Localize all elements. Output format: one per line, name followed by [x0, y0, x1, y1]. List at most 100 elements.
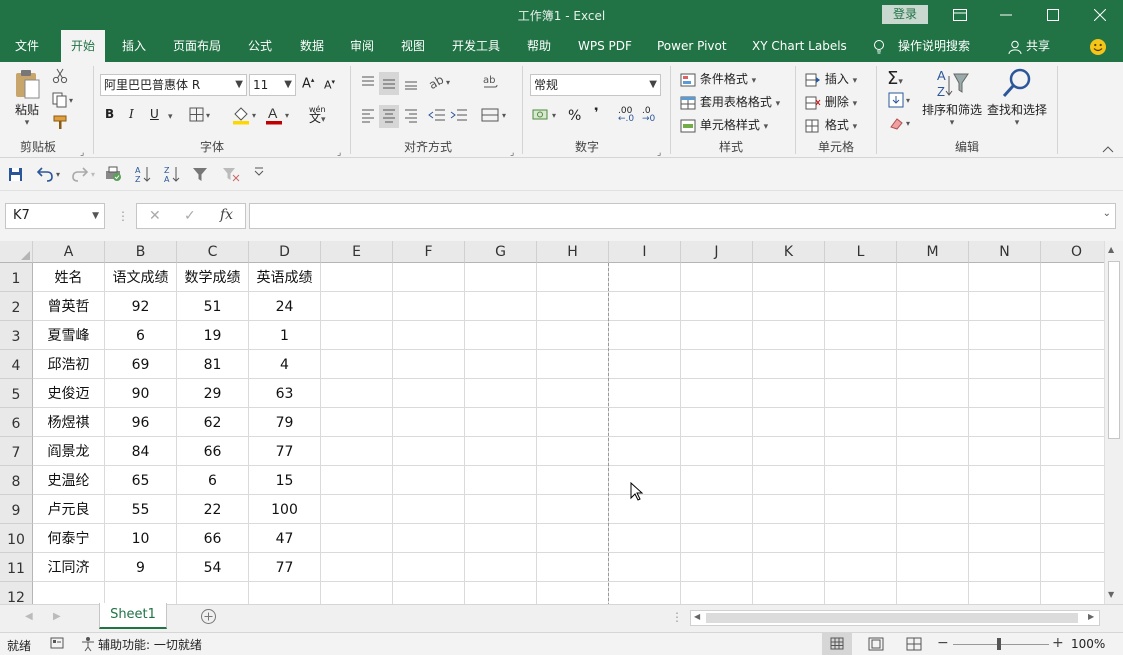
undo-icon[interactable]: ▾ — [35, 166, 63, 185]
horizontal-scrollbar[interactable]: ◀ ▶ — [690, 610, 1100, 626]
column-header[interactable]: M — [897, 241, 969, 263]
font-size-select[interactable]: 11 ▼ — [249, 74, 296, 96]
table-cell[interactable]: 夏雪峰 — [33, 321, 104, 349]
table-cell[interactable]: 22 — [177, 495, 248, 523]
underline-button[interactable]: U — [150, 107, 159, 121]
table-cell[interactable]: 阎景龙 — [33, 437, 104, 465]
format-as-table-button[interactable]: 套用表格格式 ▾ — [680, 93, 780, 110]
scroll-up-icon[interactable]: ▲ — [1108, 245, 1114, 254]
table-cell[interactable]: 史俊迈 — [33, 379, 104, 407]
align-middle-icon[interactable] — [379, 72, 399, 95]
dialog-launcher-icon[interactable]: ⌟ — [657, 144, 661, 158]
table-cell[interactable]: 96 — [105, 408, 176, 436]
table-cell[interactable]: 1 — [249, 321, 320, 349]
tab-help[interactable]: 帮助 — [527, 30, 551, 62]
table-cell[interactable]: 90 — [105, 379, 176, 407]
insert-function-button[interactable]: fx — [220, 207, 233, 223]
tab-power-pivot[interactable]: Power Pivot — [657, 30, 727, 62]
column-header[interactable]: E — [321, 241, 393, 263]
add-sheet-icon[interactable] — [200, 608, 217, 628]
row-header[interactable]: 4 — [0, 350, 33, 379]
table-cell[interactable]: 55 — [105, 495, 176, 523]
increase-decimal-icon[interactable]: .00 ←.0 — [618, 107, 634, 124]
prev-sheet-icon[interactable]: ◀ — [25, 611, 33, 622]
page-break-view-icon[interactable] — [906, 637, 922, 654]
save-icon[interactable] — [8, 167, 23, 185]
table-cell[interactable]: 84 — [105, 437, 176, 465]
merge-center-icon[interactable]: ▾ — [481, 107, 511, 126]
table-cell[interactable]: 卢元良 — [33, 495, 104, 523]
column-header[interactable]: D — [249, 241, 321, 263]
increase-font-size-icon[interactable]: A▴ — [302, 76, 314, 91]
align-right-icon[interactable] — [403, 107, 419, 126]
name-box[interactable]: K7 ▼ — [5, 203, 105, 229]
column-header[interactable]: H — [537, 241, 609, 263]
autosum-icon[interactable]: Σ▾ — [887, 68, 903, 89]
tab-view[interactable]: 视图 — [401, 30, 425, 62]
splitter-handle-icon[interactable]: ⋮ — [671, 610, 683, 624]
tab-wps-pdf[interactable]: WPS PDF — [578, 30, 632, 62]
table-cell[interactable]: 66 — [177, 524, 248, 552]
accounting-format-icon[interactable]: ▾ — [532, 106, 562, 127]
align-center-icon[interactable] — [379, 105, 399, 128]
column-header[interactable]: A — [33, 241, 105, 263]
expand-formula-bar-icon[interactable]: ⌄ — [1103, 208, 1111, 219]
decrease-indent-icon[interactable] — [428, 107, 446, 126]
accessibility-icon[interactable] — [80, 636, 96, 655]
column-header[interactable]: B — [105, 241, 177, 263]
cell-styles-button[interactable]: 单元格样式 ▾ — [680, 116, 768, 133]
table-cell[interactable]: 19 — [177, 321, 248, 349]
tab-data[interactable]: 数据 — [300, 30, 324, 62]
wrap-text-icon[interactable]: ab — [482, 74, 500, 95]
sort-descending-icon[interactable]: ZA — [164, 165, 182, 186]
tab-file[interactable]: 文件 — [15, 30, 39, 62]
delete-cells-button[interactable]: 删除 ▾ — [805, 93, 857, 110]
table-cell[interactable]: 62 — [177, 408, 248, 436]
row-header[interactable]: 7 — [0, 437, 33, 466]
italic-button[interactable]: I — [129, 107, 134, 121]
enter-icon[interactable]: ✓ — [184, 208, 196, 224]
orientation-icon[interactable]: ab ▾ — [426, 72, 454, 93]
row-header[interactable]: 1 — [0, 263, 33, 292]
fill-icon[interactable]: ▾ — [888, 92, 914, 111]
table-cell[interactable]: 10 — [105, 524, 176, 552]
align-left-icon[interactable] — [360, 107, 376, 126]
find-select-button[interactable]: 查找和选择 ▾ — [986, 66, 1048, 128]
formula-input[interactable]: ⌄ — [249, 203, 1116, 229]
clear-filter-icon[interactable] — [222, 166, 240, 185]
select-all-corner[interactable] — [0, 241, 33, 263]
table-header-cell[interactable]: 数学成绩 — [177, 263, 248, 291]
sheet-tab[interactable]: Sheet1 — [99, 603, 167, 629]
next-sheet-icon[interactable]: ▶ — [53, 611, 61, 622]
login-button[interactable]: 登录 — [882, 5, 928, 24]
table-cell[interactable]: 曾英哲 — [33, 292, 104, 320]
dialog-launcher-icon[interactable]: ⌟ — [337, 144, 341, 158]
bold-button[interactable]: B — [105, 107, 114, 121]
table-cell[interactable]: 24 — [249, 292, 320, 320]
comma-style-button[interactable]: ❜ — [594, 106, 599, 121]
ribbon-display-icon[interactable] — [937, 0, 983, 30]
align-bottom-icon[interactable] — [403, 74, 419, 93]
zoom-slider[interactable] — [953, 644, 1049, 645]
splitter-handle-icon[interactable]: ⋮ — [117, 209, 129, 223]
dialog-launcher-icon[interactable]: ⌟ — [510, 144, 514, 158]
zoom-in-icon[interactable]: + — [1052, 635, 1064, 651]
format-cells-button[interactable]: 格式 ▾ — [805, 116, 857, 133]
table-cell[interactable]: 史温纶 — [33, 466, 104, 494]
table-cell[interactable]: 29 — [177, 379, 248, 407]
font-name-select[interactable]: 阿里巴巴普惠体 R ▼ — [100, 74, 247, 96]
row-header[interactable]: 3 — [0, 321, 33, 350]
column-header[interactable]: G — [465, 241, 537, 263]
row-header[interactable]: 10 — [0, 524, 33, 553]
table-cell[interactable]: 6 — [177, 466, 248, 494]
table-cell[interactable]: 69 — [105, 350, 176, 378]
sort-ascending-icon[interactable]: AZ — [135, 165, 153, 186]
zoom-out-icon[interactable]: − — [937, 635, 949, 651]
column-header[interactable]: F — [393, 241, 465, 263]
table-cell[interactable]: 4 — [249, 350, 320, 378]
table-cell[interactable]: 6 — [105, 321, 176, 349]
table-cell[interactable]: 杨煜祺 — [33, 408, 104, 436]
table-cell[interactable]: 81 — [177, 350, 248, 378]
redo-icon[interactable]: ▾ — [70, 166, 98, 185]
fill-color-icon[interactable]: ▾ — [232, 105, 260, 128]
